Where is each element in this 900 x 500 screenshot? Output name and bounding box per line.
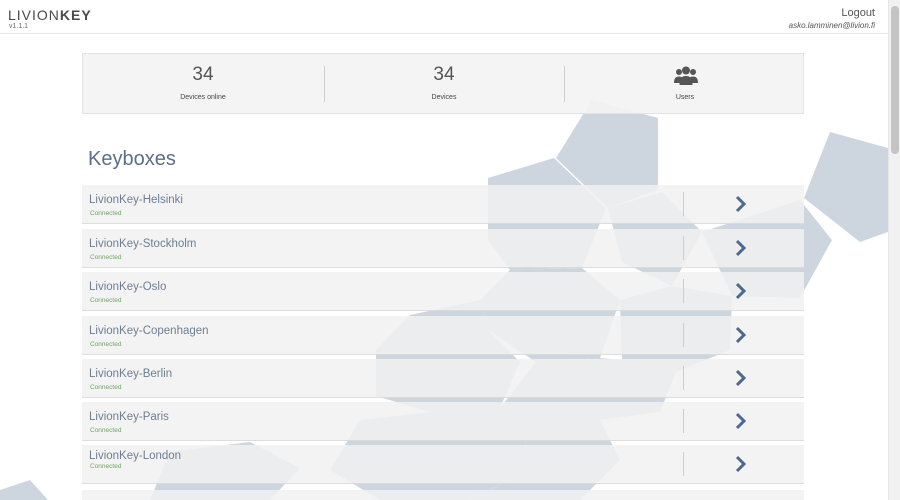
keybox-name: LivionKey-London	[89, 450, 182, 462]
keybox-status: Connected	[90, 254, 122, 261]
row-divider	[683, 409, 684, 433]
user-email: asko.lamminen@livion.fi	[788, 21, 875, 30]
app-version: v1.1.1	[9, 23, 29, 30]
keybox-row[interactable]: LivionKey-Paris Connected	[82, 402, 804, 441]
stat-label: Users	[675, 94, 695, 101]
row-divider	[683, 279, 684, 303]
keybox-row[interactable]: LivionKey-Oslo Connected	[82, 272, 804, 311]
keybox-row[interactable]: LivionKey-Helsinki Connected	[82, 185, 804, 224]
row-divider	[683, 323, 684, 347]
users-icon	[674, 66, 698, 85]
keybox-name: LivionKey-Oslo	[89, 281, 167, 293]
keybox-name: LivionKey-Berlin	[89, 368, 173, 380]
stat-value: 34	[192, 64, 214, 85]
brand-name-part-bold: KEY	[59, 7, 92, 23]
chevron-right-icon[interactable]	[734, 455, 748, 473]
stat-users[interactable]: Users	[565, 54, 805, 114]
stat-value: 34	[433, 64, 455, 85]
app-logo[interactable]: LIVIONKEY	[8, 7, 92, 23]
row-divider	[683, 366, 684, 390]
chevron-right-icon[interactable]	[734, 412, 748, 430]
stat-devices: 34 Devices	[324, 54, 564, 114]
keybox-row-partial[interactable]	[82, 490, 804, 500]
logout-link[interactable]: Logout	[841, 7, 875, 19]
vertical-scrollbar[interactable]	[888, 0, 900, 500]
keybox-row[interactable]: LivionKey-Berlin Connected	[82, 359, 804, 398]
keybox-status: Connected	[90, 384, 122, 391]
keybox-name: LivionKey-Copenhagen	[89, 325, 209, 337]
keybox-status: Connected	[90, 297, 122, 304]
keybox-status: Connected	[90, 463, 122, 470]
keybox-name: LivionKey-Stockholm	[89, 238, 197, 250]
section-title: Keyboxes	[88, 148, 176, 170]
keybox-row[interactable]: LivionKey-Copenhagen Connected	[82, 316, 804, 355]
row-divider	[683, 192, 684, 216]
row-divider	[683, 236, 684, 260]
row-divider	[683, 452, 684, 476]
chevron-right-icon[interactable]	[734, 239, 748, 257]
stat-label: Devices online	[180, 94, 226, 101]
brand-name-part: LIVION	[8, 7, 60, 23]
keybox-row[interactable]: LivionKey-London Connected	[82, 445, 804, 484]
chevron-right-icon[interactable]	[734, 282, 748, 300]
top-bar: LIVIONKEY v1.1.1 Logout asko.lamminen@li…	[0, 0, 888, 34]
chevron-right-icon[interactable]	[734, 326, 748, 344]
keybox-status: Connected	[90, 341, 122, 348]
stat-devices-online: 34 Devices online	[83, 54, 323, 114]
keybox-status: Connected	[90, 210, 122, 217]
keybox-status: Connected	[90, 427, 122, 434]
scrollbar-thumb[interactable]	[891, 6, 899, 154]
stat-label: Devices	[431, 94, 457, 101]
chevron-right-icon[interactable]	[734, 369, 748, 387]
keybox-row[interactable]: LivionKey-Stockholm Connected	[82, 229, 804, 268]
stats-panel: 34 Devices online 34 Devices Users	[82, 53, 804, 114]
keybox-name: LivionKey-Helsinki	[89, 194, 183, 206]
keybox-name: LivionKey-Paris	[89, 411, 169, 423]
chevron-right-icon[interactable]	[734, 195, 748, 213]
